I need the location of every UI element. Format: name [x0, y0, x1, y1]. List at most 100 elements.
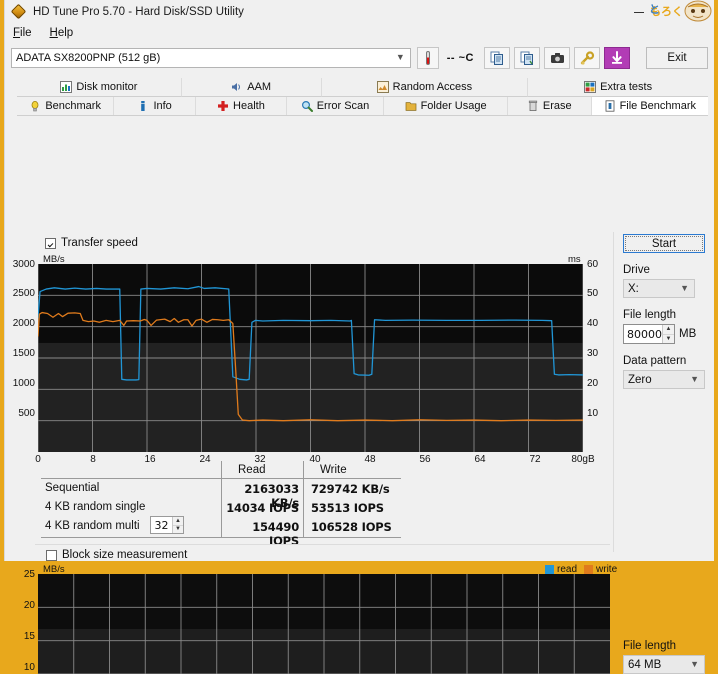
- magnifier-icon: [301, 100, 313, 112]
- menu-help-accel: H: [49, 26, 58, 39]
- block-file-length-value: 64 MB: [628, 658, 662, 671]
- tab-random-access-label: Random Access: [392, 81, 473, 93]
- chevron-down-icon: ▼: [395, 52, 405, 62]
- tab-info[interactable]: Info: [114, 97, 196, 115]
- block-file-length-combo[interactable]: 64 MB ▼: [623, 655, 705, 674]
- window-title: HD Tune Pro 5.70 - Hard Disk/SSD Utility: [33, 6, 244, 18]
- panel-divider: [613, 232, 614, 552]
- start-button-label: Start: [651, 237, 677, 250]
- tab-erase-label: Erase: [542, 100, 572, 112]
- file-length-stepper[interactable]: ▲ ▼: [662, 325, 674, 343]
- x-tick-56: 56: [419, 454, 431, 465]
- menu-file[interactable]: File: [13, 27, 32, 39]
- legend-swatch-write: [584, 565, 594, 574]
- section-divider: [35, 544, 610, 545]
- y-tick-1000: 1000: [12, 378, 35, 389]
- drive-selector-combo[interactable]: ADATA SX8200PNP (512 gB) ▼: [11, 48, 411, 68]
- toolbar: ADATA SX8200PNP (512 gB) ▼ -- ~C Exit: [11, 45, 708, 71]
- tab-file-benchmark-label: File Benchmark: [619, 99, 696, 112]
- queue-depth-buttons[interactable]: ▲ ▼: [172, 517, 183, 533]
- stepper-up-icon[interactable]: ▲: [173, 517, 183, 526]
- stepper-up-icon[interactable]: ▲: [662, 325, 674, 335]
- block-size-measurement-checkbox[interactable]: Block size measurement: [46, 549, 187, 561]
- copy-icon[interactable]: [484, 47, 510, 69]
- tab-random-access[interactable]: Random Access: [321, 78, 529, 97]
- queue-depth-value: 32: [154, 518, 169, 532]
- block-file-length-label: File length: [623, 640, 677, 652]
- x-tick-24: 24: [199, 454, 211, 465]
- tab-error-scan-label: Error Scan: [316, 100, 370, 112]
- tab-health[interactable]: Health: [196, 97, 287, 115]
- camera-icon[interactable]: [544, 47, 570, 69]
- value-random-single-read: 14034 IOPS: [226, 501, 299, 515]
- row-label-random-single: 4 KB random single: [45, 501, 146, 513]
- tab-file-benchmark[interactable]: File Benchmark: [591, 97, 708, 115]
- x-tick-64: 64: [474, 454, 486, 465]
- tab-benchmark[interactable]: Benchmark: [17, 97, 115, 115]
- tab-row-bottom: Benchmark Info Health Error Scan Folder …: [17, 97, 708, 116]
- exit-button[interactable]: Exit: [646, 47, 708, 69]
- tab-disk-monitor[interactable]: Disk monitor: [17, 78, 182, 97]
- queue-depth-stepper[interactable]: 32 ▲ ▼: [150, 516, 184, 534]
- tab-extra-tests-label: Extra tests: [600, 81, 653, 93]
- tab-aam[interactable]: AAM: [181, 78, 322, 97]
- x-tick-16: 16: [144, 454, 156, 465]
- extra-tests-icon: [584, 81, 597, 93]
- tab-folder-usage[interactable]: Folder Usage: [384, 97, 509, 115]
- start-button[interactable]: Start: [623, 234, 705, 253]
- file-length-unit: MB: [679, 328, 697, 340]
- drive-combo[interactable]: X: ▼: [623, 279, 695, 298]
- tab-strip: Disk monitor AAM Random Access Extra tes…: [17, 78, 708, 116]
- stepper-down-icon[interactable]: ▼: [662, 334, 674, 343]
- file-benchmark-icon: [604, 99, 616, 112]
- chevron-down-icon: ▼: [690, 373, 699, 384]
- drive-selector-value: ADATA SX8200PNP (512 gB): [16, 52, 161, 64]
- tab-info-label: Info: [153, 100, 172, 112]
- data-pattern-label: Data pattern: [623, 355, 687, 367]
- copy-page-icon[interactable]: [514, 47, 540, 69]
- tab-erase[interactable]: Erase: [508, 97, 592, 115]
- menu-file-accel: F: [13, 26, 21, 39]
- stepper-down-icon[interactable]: ▼: [173, 525, 183, 533]
- temperature-button[interactable]: [416, 47, 439, 69]
- tab-extra-tests[interactable]: Extra tests: [528, 78, 708, 97]
- transfer-speed-checkbox[interactable]: Transfer speed: [45, 237, 138, 249]
- title-bar: HD Tune Pro 5.70 - Hard Disk/SSD Utility…: [5, 0, 714, 24]
- x-tick-48: 48: [364, 454, 376, 465]
- row-label-sequential: Sequential: [45, 482, 100, 494]
- folder-icon: [405, 100, 417, 112]
- checkbox-box: [45, 237, 56, 249]
- file-length-input[interactable]: 80000 ▲ ▼: [623, 324, 675, 344]
- random-access-icon: [376, 81, 389, 93]
- tab-error-scan[interactable]: Error Scan: [286, 97, 385, 115]
- info-icon: [137, 100, 149, 112]
- file-length-value: 80000: [627, 327, 662, 341]
- tools-icon[interactable]: [574, 47, 600, 69]
- menu-help[interactable]: Help: [50, 27, 74, 39]
- checkbox-box: [46, 549, 57, 561]
- x-tick-8: 8: [90, 454, 96, 465]
- drive-label: Drive: [623, 264, 650, 276]
- svg-text:と: と: [649, 3, 660, 16]
- tab-benchmark-label: Benchmark: [45, 100, 101, 112]
- tab-health-label: Health: [233, 100, 265, 112]
- app-window: HD Tune Pro 5.70 - Hard Disk/SSD Utility…: [4, 0, 714, 674]
- data-pattern-combo[interactable]: Zero ▼: [623, 370, 705, 389]
- chevron-down-icon: ▼: [690, 658, 699, 669]
- download-arrow-icon[interactable]: [604, 47, 630, 69]
- y2-tick-30: 30: [587, 348, 599, 359]
- value-random-multi-write: 106528 IOPS: [311, 520, 392, 534]
- bar-chart-icon: [60, 81, 73, 93]
- y-tick-2500: 2500: [12, 288, 35, 299]
- speaker-icon: [231, 81, 243, 93]
- app-diamond-icon: [10, 3, 27, 20]
- menu-bar: File Help: [5, 24, 714, 42]
- drive-combo-value: X:: [628, 282, 639, 295]
- block-size-chart: [38, 574, 610, 674]
- bottom-y-tick-20: 20: [23, 600, 35, 611]
- y-tick-500: 500: [18, 408, 35, 419]
- bottom-y-tick-10: 10: [23, 662, 35, 673]
- y2-tick-40: 40: [587, 318, 599, 329]
- file-benchmark-panel: Transfer speed MB/s ms 3000 2500 2000 15…: [5, 116, 714, 674]
- overlay-watermark-logo: もろく と: [648, 0, 712, 24]
